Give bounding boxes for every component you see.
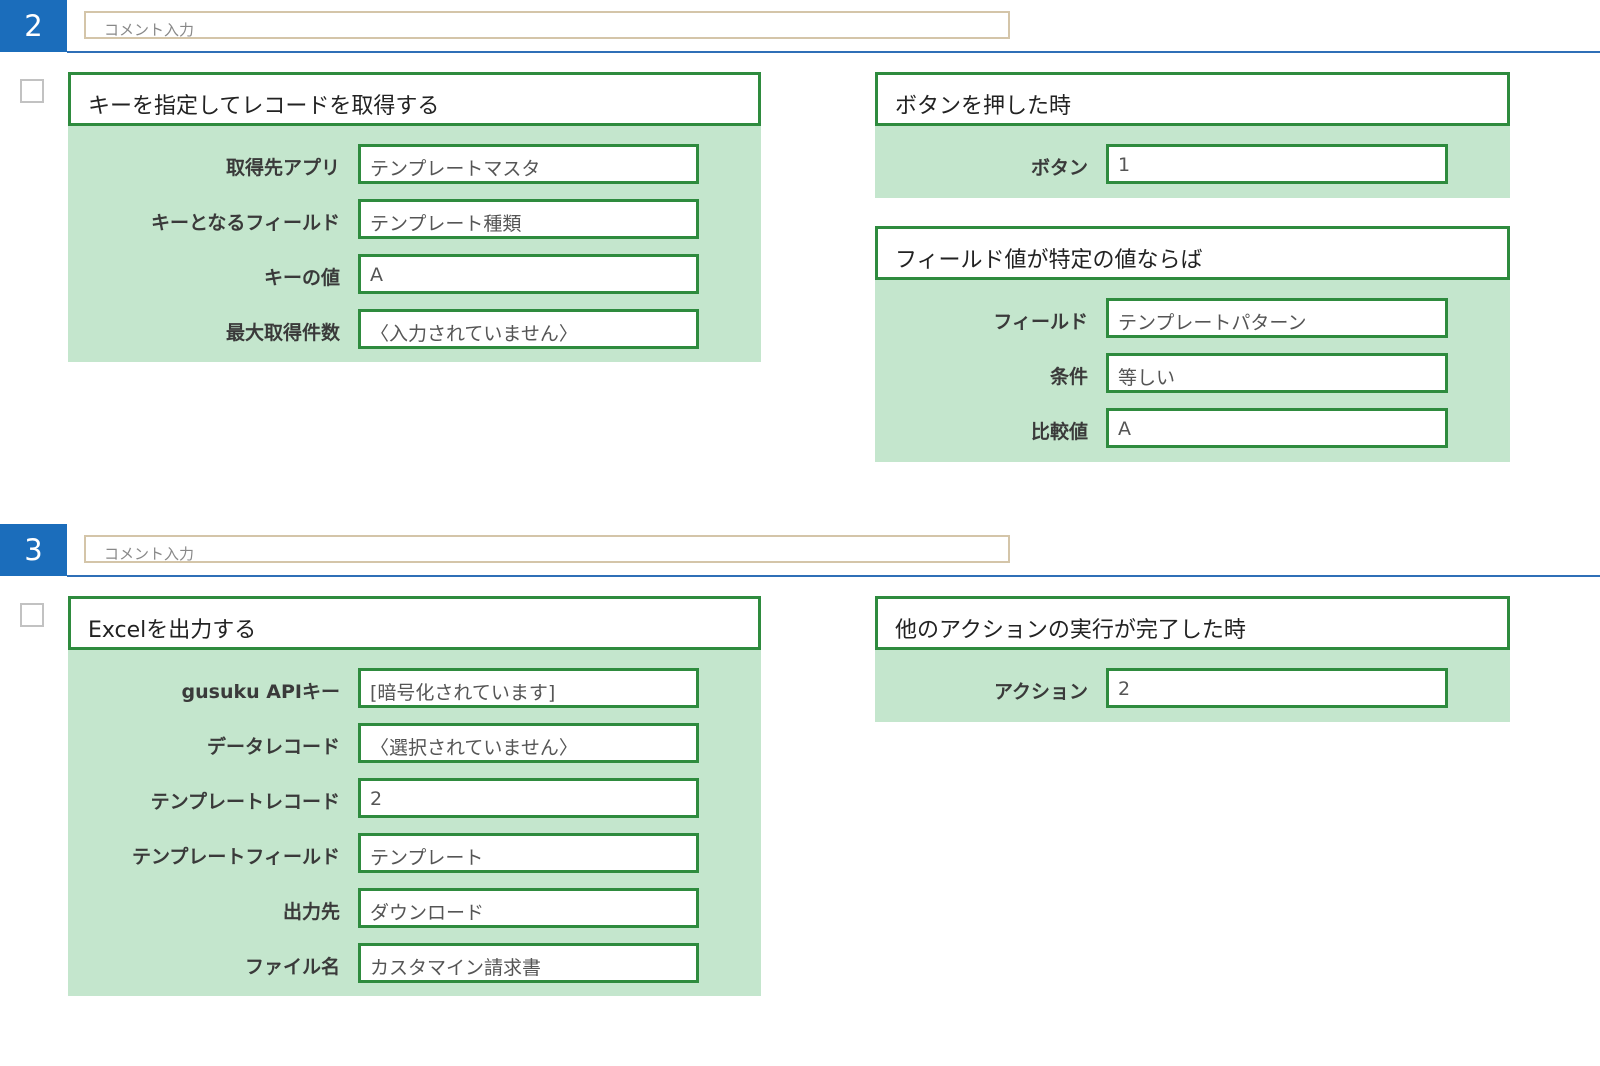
field-value-input[interactable]: A — [1106, 408, 1448, 448]
step-header: 3 コメント入力 — [0, 524, 1600, 578]
action-field-row: キーとなるフィールド テンプレート種類 — [68, 199, 761, 239]
action-field-row: テンプレートレコード 2 — [68, 778, 761, 818]
field-label: ファイル名 — [244, 956, 340, 978]
field-value-input[interactable]: テンプレートマスタ — [358, 144, 699, 184]
field-value-input[interactable]: テンプレート — [358, 833, 699, 873]
field-label: キーとなるフィールド — [150, 212, 340, 234]
field-label: アクション — [993, 681, 1088, 703]
field-value-input[interactable]: 1 — [1106, 144, 1448, 184]
action-field-row: テンプレートフィールド テンプレート — [68, 833, 761, 873]
trigger-field-row: ボタン 1 — [875, 144, 1510, 184]
action-panel: Excelを出力する gusuku APIキー [暗号化されています] データレ… — [68, 596, 761, 996]
field-label: テンプレートフィールド — [131, 846, 340, 868]
step-number-badge: 3 — [0, 524, 67, 576]
step-header: 2 コメント入力 — [0, 0, 1600, 54]
trigger-field-row: フィールド テンプレートパターン — [875, 298, 1510, 338]
field-value-input[interactable]: 〈入力されていません〉 — [358, 309, 699, 349]
field-label: テンプレートレコード — [150, 791, 340, 813]
field-value-input[interactable]: 〈選択されていません〉 — [358, 723, 699, 763]
action-field-row: キーの値 A — [68, 254, 761, 294]
field-label: データレコード — [206, 736, 340, 758]
field-label: 取得先アプリ — [225, 157, 340, 179]
field-value-input[interactable]: A — [358, 254, 699, 294]
trigger-field-row: 条件 等しい — [875, 353, 1510, 393]
trigger-field-row: 比較値 A — [875, 408, 1510, 448]
action-field-row: gusuku APIキー [暗号化されています] — [68, 668, 761, 708]
field-label: 最大取得件数 — [225, 322, 340, 344]
field-value-input[interactable]: カスタマイン請求書 — [358, 943, 699, 983]
field-label: ボタン — [1030, 157, 1088, 179]
trigger-panel: フィールド値が特定の値ならば フィールド テンプレートパターン 条件 等しい 比… — [875, 226, 1510, 462]
field-value-input[interactable]: 2 — [1106, 668, 1448, 708]
field-label: 比較値 — [1030, 421, 1088, 443]
trigger-title[interactable]: ボタンを押した時 — [875, 72, 1510, 126]
field-label: 条件 — [1049, 366, 1088, 388]
comment-input[interactable]: コメント入力 — [84, 11, 1010, 39]
field-value-input[interactable]: [暗号化されています] — [358, 668, 699, 708]
action-title[interactable]: Excelを出力する — [68, 596, 761, 650]
action-field-row: データレコード 〈選択されていません〉 — [68, 723, 761, 763]
action-panel: キーを指定してレコードを取得する 取得先アプリ テンプレートマスタ キーとなるフ… — [68, 72, 761, 362]
field-label: キーの値 — [263, 267, 340, 289]
field-label: 出力先 — [282, 901, 340, 923]
step-number-badge: 2 — [0, 0, 67, 52]
step-select-checkbox[interactable] — [20, 79, 44, 103]
comment-input[interactable]: コメント入力 — [84, 535, 1010, 563]
action-field-row: 最大取得件数 〈入力されていません〉 — [68, 309, 761, 349]
step-select-checkbox[interactable] — [20, 603, 44, 627]
action-title[interactable]: キーを指定してレコードを取得する — [68, 72, 761, 126]
trigger-panel: 他のアクションの実行が完了した時 アクション 2 — [875, 596, 1510, 722]
field-value-input[interactable]: 等しい — [1106, 353, 1448, 393]
field-value-input[interactable]: テンプレート種類 — [358, 199, 699, 239]
action-field-row: 出力先 ダウンロード — [68, 888, 761, 928]
trigger-title[interactable]: フィールド値が特定の値ならば — [875, 226, 1510, 280]
step-divider — [67, 575, 1600, 577]
field-value-input[interactable]: ダウンロード — [358, 888, 699, 928]
action-field-row: 取得先アプリ テンプレートマスタ — [68, 144, 761, 184]
field-label: gusuku APIキー — [181, 681, 340, 703]
trigger-field-row: アクション 2 — [875, 668, 1510, 708]
field-value-input[interactable]: 2 — [358, 778, 699, 818]
trigger-panel: ボタンを押した時 ボタン 1 — [875, 72, 1510, 198]
field-value-input[interactable]: テンプレートパターン — [1106, 298, 1448, 338]
field-label: フィールド — [993, 311, 1088, 333]
step-divider — [67, 51, 1600, 53]
action-field-row: ファイル名 カスタマイン請求書 — [68, 943, 761, 983]
trigger-title[interactable]: 他のアクションの実行が完了した時 — [875, 596, 1510, 650]
